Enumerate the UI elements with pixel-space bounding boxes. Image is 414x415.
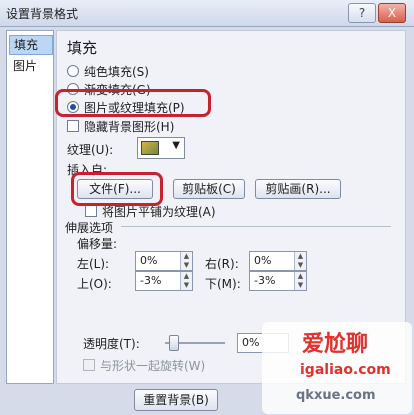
- stepper-arrows-icon[interactable]: ▲ ▼: [294, 272, 306, 290]
- stepper-arrows-icon[interactable]: ▲ ▼: [180, 272, 192, 290]
- hide-background-checkbox[interactable]: [67, 120, 79, 132]
- top-offset-stepper[interactable]: -3% ▲ ▼: [135, 271, 193, 291]
- hide-background-label: 隐藏背景图形(H): [84, 120, 175, 134]
- solid-fill-option[interactable]: 纯色填充(S): [67, 63, 149, 80]
- highlight-ring-picture-option: [55, 89, 211, 117]
- stepper-arrows-icon[interactable]: ▲ ▼: [294, 252, 306, 270]
- right-offset-value: 0%: [254, 254, 272, 267]
- bottom-offset-label: 下(M):: [205, 277, 241, 291]
- reset-background-button[interactable]: 重置背景(B): [134, 389, 218, 411]
- rotate-with-shape-option: 与形状一起旋转(W): [83, 357, 205, 374]
- top-offset-label: 上(O):: [77, 277, 112, 291]
- rotate-with-shape-checkbox[interactable]: [83, 359, 95, 371]
- right-offset-label: 右(R):: [205, 257, 239, 271]
- highlight-ring-file-button: [71, 172, 163, 206]
- texture-label: 纹理(U):: [67, 143, 114, 157]
- bottom-offset-value: -3%: [254, 274, 276, 287]
- dialog-title: 设置背景格式: [6, 7, 79, 21]
- hide-background-option[interactable]: 隐藏背景图形(H): [67, 118, 174, 135]
- site-watermark: 爱尬聊 igaliao.com qkxue.com: [262, 322, 412, 414]
- transparency-slider-thumb[interactable]: [169, 335, 179, 351]
- texture-swatch: [141, 141, 159, 155]
- transparency-value: 0%: [242, 336, 260, 349]
- top-offset-value: -3%: [140, 274, 162, 287]
- watermark-site-name: 爱尬聊: [302, 332, 369, 357]
- divider: [121, 226, 391, 227]
- clipart-button[interactable]: 剪贴画(R)...: [255, 179, 341, 199]
- texture-picker[interactable]: ▼: [137, 137, 185, 159]
- solid-fill-label: 纯色填充(S): [84, 65, 149, 79]
- category-nav: 填充 图片: [6, 30, 54, 384]
- rotate-with-shape-label: 与形状一起旋转(W): [100, 359, 206, 373]
- tile-label: 将图片平铺为纹理(A): [102, 205, 216, 219]
- left-offset-label: 左(L):: [77, 257, 110, 271]
- close-button[interactable]: X: [378, 3, 406, 23]
- right-offset-stepper[interactable]: 0% ▲ ▼: [249, 251, 307, 271]
- stretch-options-heading: 伸展选项: [65, 221, 114, 235]
- transparency-label: 透明度(T):: [83, 337, 140, 351]
- tile-checkbox[interactable]: [85, 205, 97, 217]
- stepper-arrows-icon[interactable]: ▲ ▼: [180, 252, 192, 270]
- dialog-title-bar: 设置背景格式 ? X: [0, 0, 414, 27]
- nav-item-fill[interactable]: 填充: [9, 35, 53, 55]
- fill-heading: 填充: [67, 39, 98, 57]
- offset-label: 偏移量:: [77, 237, 118, 251]
- chevron-down-icon: ▼: [172, 140, 180, 151]
- help-button[interactable]: ?: [348, 3, 376, 23]
- bottom-offset-stepper[interactable]: -3% ▲ ▼: [249, 271, 307, 291]
- watermark-url: igaliao.com: [300, 362, 391, 378]
- solid-fill-radio[interactable]: [67, 65, 79, 77]
- watermark-url-secondary: qkxue.com: [296, 388, 376, 403]
- clipboard-button[interactable]: 剪贴板(C): [173, 179, 245, 199]
- nav-item-picture[interactable]: 图片: [9, 57, 53, 75]
- left-offset-value: 0%: [140, 254, 158, 267]
- left-offset-stepper[interactable]: 0% ▲ ▼: [135, 251, 193, 271]
